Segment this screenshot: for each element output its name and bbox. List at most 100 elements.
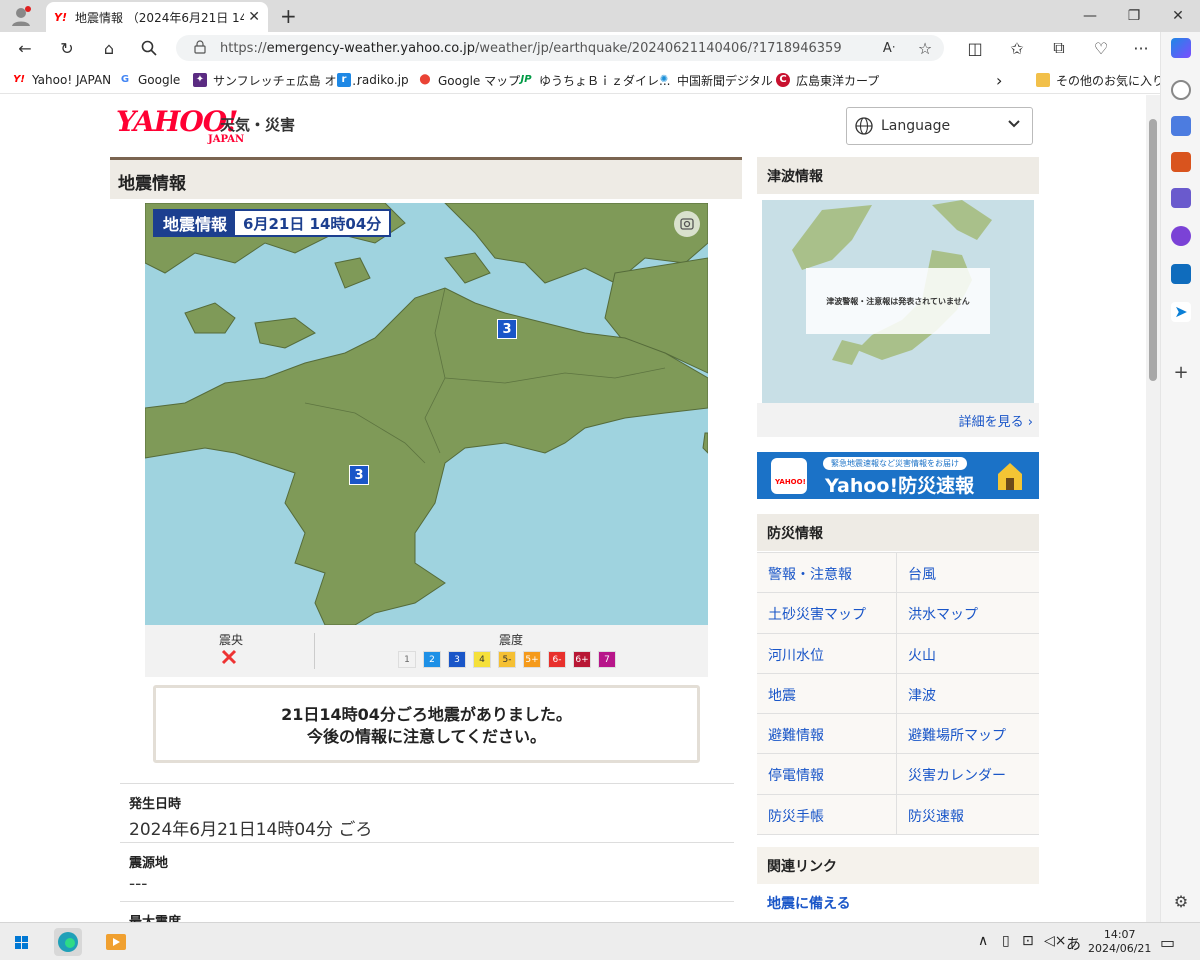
chevron-down-icon [1008, 119, 1020, 129]
bookmark-label: Google [138, 73, 181, 87]
search-icon[interactable] [136, 36, 162, 60]
media-player-icon[interactable] [102, 928, 130, 956]
earthquake-notice: 21日14時04分ごろ地震がありました。 今後の情報に注意してください。 [153, 685, 700, 763]
read-aloud-icon[interactable]: Aᐧ [876, 36, 902, 60]
more-menu-icon[interactable]: ··· [1128, 36, 1154, 60]
disaster-link[interactable]: 洪水マップ [897, 593, 1039, 634]
collections-icon[interactable]: ⧉ [1046, 36, 1072, 60]
related-link-first[interactable]: 地震に備える [767, 893, 851, 913]
bookmark-label: radiko.jp [357, 73, 409, 87]
bookmarks-bar: Y! Yahoo! JAPAN G Google ✦ サンフレッチェ広島 オフ... … [0, 66, 1164, 94]
close-tab-icon[interactable]: ✕ [248, 9, 260, 25]
close-window-icon[interactable]: ✕ [1156, 0, 1200, 32]
settings-gear-icon[interactable]: ⚙ [1171, 892, 1191, 912]
yahoo-favicon: Y! [54, 10, 67, 24]
page-scrollbar[interactable] [1146, 95, 1160, 922]
disaster-link[interactable]: 避難場所マップ [897, 714, 1039, 755]
back-icon[interactable]: ← [12, 36, 38, 60]
intensity-marker[interactable]: 3 [497, 319, 517, 339]
m365-icon[interactable] [1171, 226, 1191, 246]
disaster-link[interactable]: 河川水位 [757, 633, 897, 674]
bookmark-google[interactable]: G Google [118, 70, 180, 90]
volume-muted-icon[interactable]: ◁× [1044, 933, 1067, 949]
more-details-link[interactable]: 詳細を見る › [757, 403, 1039, 437]
disaster-link[interactable]: 停電情報 [757, 754, 897, 795]
minimize-icon[interactable]: — [1068, 0, 1112, 32]
info-value: 2024年6月21日14時04分 ごろ [129, 820, 373, 840]
google-icon: G [120, 74, 130, 85]
disaster-link[interactable]: 警報・注意報 [757, 553, 897, 594]
legend-divider [314, 633, 315, 669]
disaster-link[interactable]: 土砂災害マップ [757, 593, 897, 634]
battery-icon[interactable]: ▯ [1002, 933, 1010, 949]
disaster-link[interactable]: 津波 [897, 673, 1039, 715]
copilot-icon[interactable] [1171, 38, 1191, 58]
send-icon[interactable]: ➤ [1171, 302, 1191, 322]
edge-taskbar-icon[interactable] [54, 928, 82, 956]
bookmark-yahoo[interactable]: Y! Yahoo! JAPAN [12, 70, 111, 90]
bookmark-chugoku[interactable]: ✺ 中国新聞デジタル [657, 70, 773, 90]
outlook-icon[interactable] [1171, 264, 1191, 284]
scrollbar-thumb[interactable] [1149, 119, 1157, 381]
address-bar[interactable]: https://emergency-weather.yahoo.co.jp/we… [176, 35, 944, 61]
related-links-title: 関連リンク [757, 847, 1039, 884]
split-screen-icon[interactable]: ◫ [962, 36, 988, 60]
home-icon[interactable]: ⌂ [96, 36, 122, 60]
url-domain: emergency-weather.yahoo.co.jp [266, 40, 475, 56]
network-icon[interactable]: ⊡ [1022, 933, 1034, 949]
earthquake-map[interactable]: 地震情報 6月21日 14時04分 3 3 [145, 203, 708, 625]
tools-icon[interactable] [1171, 152, 1191, 172]
new-tab-icon[interactable]: + [280, 4, 297, 28]
intensity-scale-item: 7 [598, 651, 616, 668]
refresh-icon[interactable]: ↻ [54, 36, 80, 60]
intensity-scale-item: 4 [473, 651, 491, 668]
bookmark-yucho[interactable]: JP ゆうちょＢｉｚダイレ... [519, 70, 670, 90]
maximize-icon[interactable]: ❐ [1112, 0, 1156, 32]
bookmark-label: Yahoo! JAPAN [32, 73, 112, 87]
bookmark-sanfrecce[interactable]: ✦ サンフレッチェ広島 オフ... [193, 70, 360, 90]
disaster-link[interactable]: 火山 [897, 633, 1039, 674]
house-icon [995, 460, 1025, 492]
intensity-marker[interactable]: 3 [349, 465, 369, 485]
disaster-link[interactable]: 地震 [757, 673, 897, 715]
disaster-link[interactable]: 防災速報 [897, 794, 1039, 836]
disaster-link[interactable]: 災害カレンダー [897, 754, 1039, 795]
disaster-link[interactable]: 避難情報 [757, 714, 897, 755]
intensity-scale: 1 2 3 4 5- 5+ 6- 6+ 7 [398, 651, 616, 668]
heart-rate-icon[interactable]: ♡ [1088, 36, 1114, 60]
app-icon-text: YAHOO! [775, 478, 806, 486]
search-sidebar-icon[interactable] [1171, 80, 1191, 100]
screenshot-icon[interactable] [674, 211, 700, 237]
disaster-link[interactable]: 台風 [897, 553, 1039, 594]
tray-chevron-up-icon[interactable]: ∧ [978, 933, 988, 949]
yahoo-logo[interactable]: YAHOO! JAPAN 天気・災害 [116, 105, 336, 149]
tag-icon[interactable] [1171, 116, 1191, 136]
bousai-app-banner[interactable]: YAHOO! 緊急地震速報など災害情報をお届け Yahoo!防災速報 [757, 452, 1039, 499]
browser-tab[interactable]: Y! 地震情報 （2024年6月21日 14時 ✕ [46, 2, 268, 32]
language-select[interactable]: Language [846, 107, 1033, 145]
games-icon[interactable] [1171, 188, 1191, 208]
favorite-star-icon[interactable]: ☆ [912, 36, 938, 60]
info-key: 震源地 [129, 856, 169, 871]
bookmark-label: ゆうちょＢｉｚダイレ... [539, 73, 671, 88]
clock-date: 2024/06/21 [1088, 942, 1152, 955]
profile-icon[interactable] [10, 5, 32, 27]
lock-icon[interactable] [194, 40, 206, 54]
windows-start-icon[interactable] [8, 928, 36, 956]
taskbar-clock[interactable]: 14:07 2024/06/21 [1088, 928, 1151, 956]
bookmark-radiko[interactable]: r radiko.jp [337, 70, 409, 90]
tsunami-map[interactable]: 津波警報・注意報は発表されていません [762, 200, 1034, 403]
bookmarks-overflow-icon[interactable]: › [996, 70, 1002, 90]
intensity-scale-item: 3 [448, 651, 466, 668]
bookmark-googlemaps[interactable]: ⬤ Google マップ [418, 70, 520, 90]
notification-icon[interactable]: ▭ [1160, 933, 1175, 952]
intensity-scale-item: 6- [548, 651, 566, 668]
clock-time: 14:07 [1103, 928, 1136, 941]
add-sidebar-icon[interactable]: + [1171, 362, 1191, 383]
ime-indicator[interactable]: あ [1066, 933, 1081, 954]
disaster-link[interactable]: 防災手帳 [757, 794, 897, 836]
bookmark-carp[interactable]: C 広島東洋カープ [776, 70, 879, 90]
other-bookmarks[interactable]: その他のお気に入り [1036, 70, 1164, 90]
favorites-icon[interactable]: ✩ [1004, 36, 1030, 60]
logo-service: 天気・災害 [220, 116, 296, 134]
